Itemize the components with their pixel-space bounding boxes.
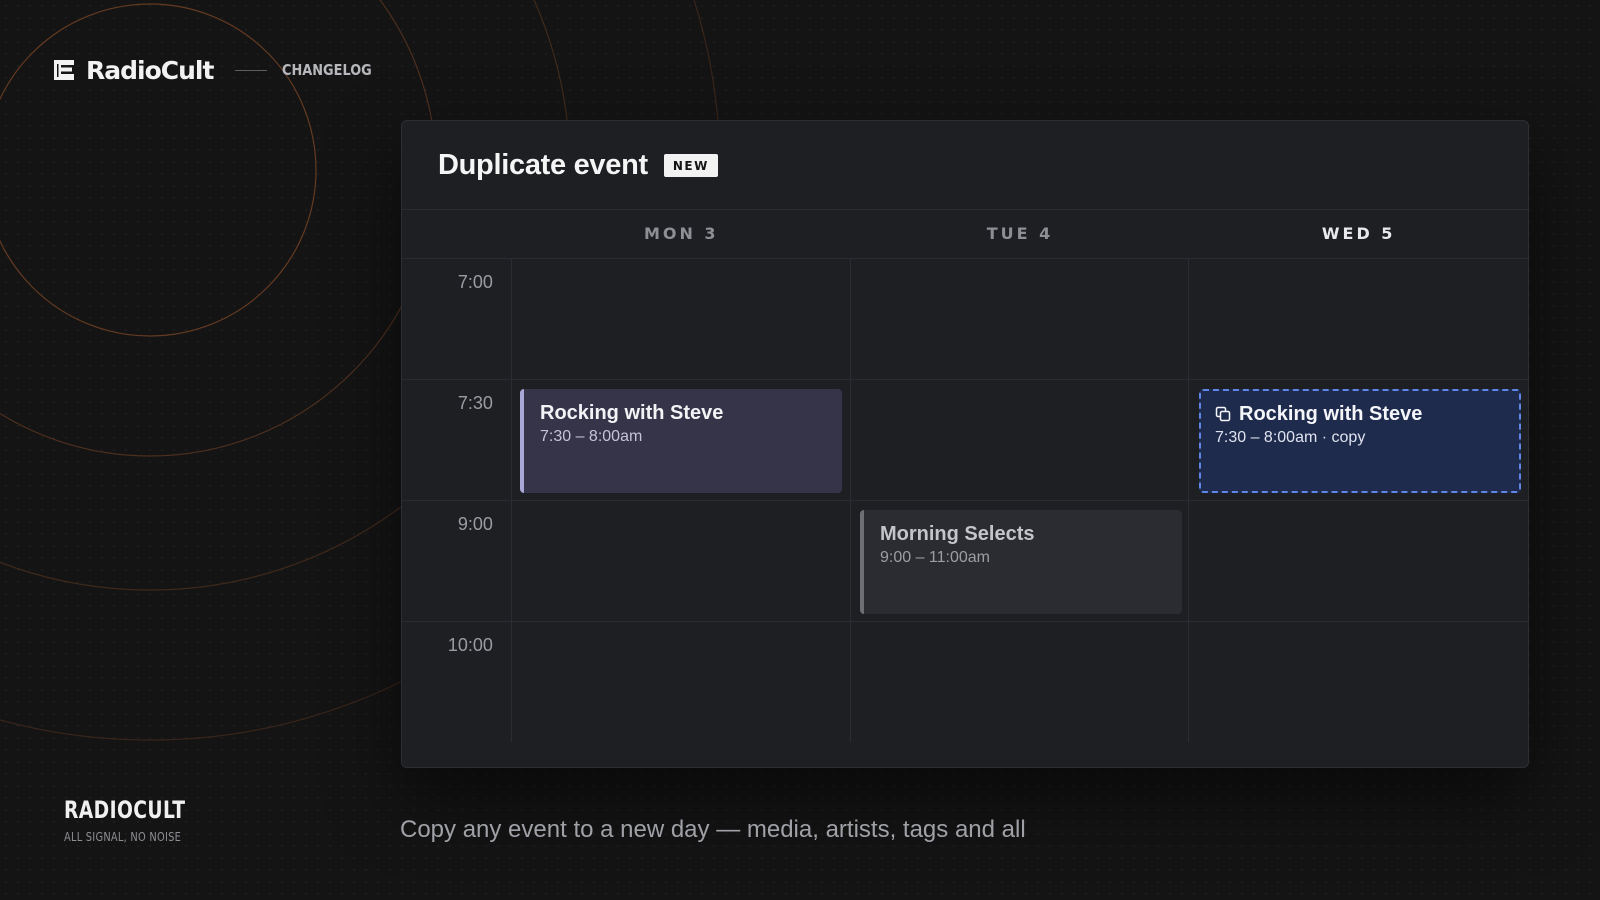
calendar-cell[interactable] xyxy=(851,380,1190,500)
radiocult-logo-icon xyxy=(54,60,74,80)
event-morning-selects[interactable]: Morning Selects 9:00 – 11:00am xyxy=(860,510,1182,614)
time-column-header xyxy=(402,209,512,258)
calendar-cell[interactable] xyxy=(851,259,1190,379)
brand-name: RadioCult xyxy=(86,55,214,85)
feature-caption: Copy any event to a new day — media, art… xyxy=(400,816,1026,843)
event-rocking-with-steve[interactable]: Rocking with Steve 7:30 – 8:00am xyxy=(520,389,842,493)
time-slot-row: 7:00 xyxy=(402,259,1528,380)
event-duplicate-copy[interactable]: Rocking with Steve 7:30 – 8:00am · copy xyxy=(1199,389,1521,493)
site-header: RadioCult CHANGELOG xyxy=(52,52,387,88)
day-header-row: MON 3 TUE 4 WED 5 xyxy=(402,209,1528,259)
event-time: 7:30 – 8:00am · copy xyxy=(1215,429,1366,446)
panel-title: Duplicate event xyxy=(438,148,648,181)
copy-icon xyxy=(1215,406,1231,422)
footer-tagline: ALL SIGNAL, NO NOISE xyxy=(64,830,182,844)
event-title: Rocking with Steve xyxy=(1239,403,1423,425)
calendar-cell[interactable] xyxy=(512,622,851,742)
footer-brand-name: RADIOCULT xyxy=(64,796,186,824)
calendar-cell[interactable] xyxy=(1189,622,1528,742)
time-label: 9:00 xyxy=(402,501,512,621)
event-title: Rocking with Steve xyxy=(540,402,724,424)
event-title: Morning Selects xyxy=(880,523,1035,545)
time-label: 10:00 xyxy=(402,622,512,742)
changelog-link[interactable]: CHANGELOG xyxy=(282,61,372,79)
calendar-cell[interactable] xyxy=(1189,259,1528,379)
calendar-cell[interactable] xyxy=(512,259,851,379)
event-time: 9:00 – 11:00am xyxy=(880,549,991,566)
calendar-cell[interactable] xyxy=(512,501,851,621)
event-time: 7:30 – 8:00am xyxy=(540,428,643,445)
time-slot-row: 10:00 xyxy=(402,622,1528,742)
header-divider xyxy=(235,69,268,71)
day-header-wed: WED 5 xyxy=(1321,224,1396,243)
panel-header: Duplicate event NEW xyxy=(402,121,1528,210)
calendar-cell[interactable] xyxy=(1189,501,1528,621)
calendar-cell[interactable] xyxy=(851,622,1190,742)
time-label: 7:00 xyxy=(402,259,512,379)
day-header-tue: TUE 4 xyxy=(986,224,1054,243)
new-badge: NEW xyxy=(663,153,718,177)
footer-brand: RADIOCULT ALL SIGNAL, NO NOISE xyxy=(64,796,220,844)
day-header-mon: MON 3 xyxy=(643,224,719,243)
calendar-panel: Duplicate event NEW MON 3 TUE 4 WED 5 7:… xyxy=(401,120,1529,768)
event-title-row: Rocking with Steve xyxy=(1215,402,1505,426)
time-label: 7:30 xyxy=(402,380,512,500)
